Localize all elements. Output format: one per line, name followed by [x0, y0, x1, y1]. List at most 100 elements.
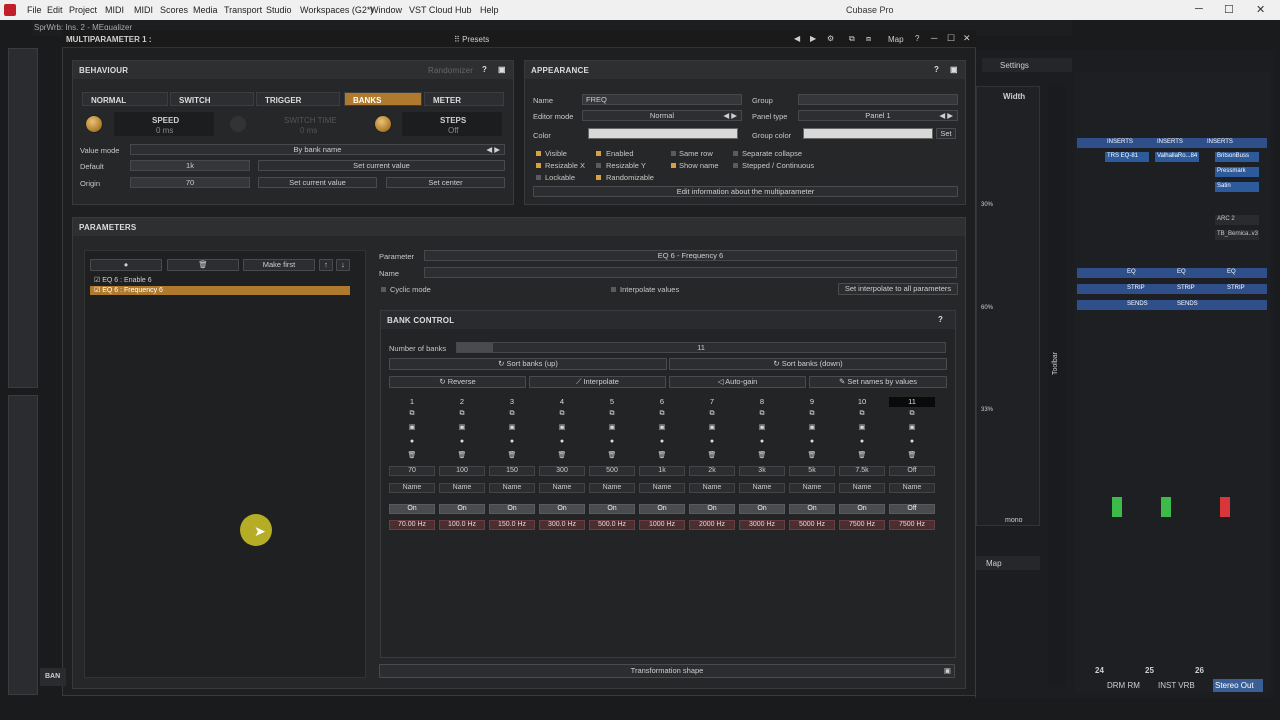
bank-tab[interactable]: BAN: [40, 668, 66, 686]
name-field[interactable]: FREQ: [582, 94, 742, 105]
bank-number[interactable]: 3: [489, 397, 535, 406]
show-name-checkbox[interactable]: [671, 163, 676, 168]
bank-value-field[interactable]: 300: [539, 466, 585, 476]
menu-transport[interactable]: Transport: [224, 5, 262, 15]
insert-slot[interactable]: TB_Bernica..v3: [1215, 230, 1259, 240]
maximize-icon[interactable]: ☐: [1224, 3, 1234, 16]
clear-bank-icon[interactable]: 🗑: [389, 451, 435, 461]
move-up-button[interactable]: ↑: [319, 259, 333, 271]
bank-name-field[interactable]: Name: [389, 483, 435, 493]
copy-bank-icon[interactable]: ⧉: [889, 409, 935, 419]
copy-bank-icon[interactable]: ⧉: [439, 409, 485, 419]
record-bank-icon[interactable]: ●: [839, 437, 885, 447]
set-button[interactable]: Set: [936, 128, 956, 139]
bank-value-field[interactable]: 70: [389, 466, 435, 476]
bank-value-field[interactable]: 3k: [739, 466, 785, 476]
bank-frequency-value[interactable]: 500.0 Hz: [589, 520, 635, 530]
menu-media[interactable]: Media: [193, 5, 218, 15]
save-bank-icon[interactable]: ▣: [539, 423, 585, 433]
randomizer-button[interactable]: Randomizer: [428, 66, 473, 75]
tab-banks[interactable]: BANKS: [344, 92, 422, 106]
bank-number[interactable]: 6: [639, 397, 685, 406]
copy-bank-icon[interactable]: ⧉: [789, 409, 835, 419]
insert-slot[interactable]: TRS EQ-81: [1105, 152, 1149, 162]
bank-value-field[interactable]: 2k: [689, 466, 735, 476]
bank-value-field[interactable]: 500: [589, 466, 635, 476]
map-button[interactable]: Map: [888, 35, 904, 44]
save-bank-icon[interactable]: ▣: [439, 423, 485, 433]
menu-project[interactable]: Project: [69, 5, 97, 15]
bank-name-field[interactable]: Name: [739, 483, 785, 493]
bank-name-field[interactable]: Name: [439, 483, 485, 493]
bank-number[interactable]: 8: [739, 397, 785, 406]
bank-frequency-value[interactable]: 5000 Hz: [789, 520, 835, 530]
set-current-value-button-2[interactable]: Set current value: [258, 177, 377, 188]
clear-bank-icon[interactable]: 🗑: [689, 451, 735, 461]
bank-name-field[interactable]: Name: [539, 483, 585, 493]
tab-meter[interactable]: METER: [424, 92, 504, 106]
bank-name-field[interactable]: Name: [489, 483, 535, 493]
bank-value-field[interactable]: 5k: [789, 466, 835, 476]
resizable-x-checkbox[interactable]: [536, 163, 541, 168]
bank-number[interactable]: 10: [839, 397, 885, 406]
menu-help[interactable]: Help: [480, 5, 499, 15]
bank-frequency-value[interactable]: 70.00 Hz: [389, 520, 435, 530]
insert-slot[interactable]: ARC 2: [1215, 215, 1259, 225]
insert-slot[interactable]: Satin: [1215, 182, 1259, 192]
set-interpolate-button[interactable]: Set interpolate to all parameters: [838, 283, 958, 295]
menu-hub[interactable]: Hub: [455, 5, 472, 15]
menu-midi[interactable]: MIDI: [134, 5, 153, 15]
editor-mode-select[interactable]: Normal ◀ ▶: [582, 110, 742, 121]
bank-frequency-value[interactable]: 100.0 Hz: [439, 520, 485, 530]
bank-state-toggle[interactable]: On: [789, 504, 835, 514]
paste-icon[interactable]: ⧈: [866, 34, 871, 44]
insert-slot[interactable]: Pressmark: [1215, 167, 1259, 177]
tab-switch[interactable]: SWITCH: [170, 92, 254, 106]
bank-number[interactable]: 7: [689, 397, 735, 406]
settings-icon[interactable]: ⚙: [827, 34, 834, 43]
channel-name[interactable]: INST VRB: [1158, 681, 1195, 690]
save-bank-icon[interactable]: ▣: [489, 423, 535, 433]
bank-number[interactable]: 4: [539, 397, 585, 406]
parameter-list-item-selected[interactable]: ☑ EQ 6 : Frequency 6: [90, 286, 350, 295]
transformation-shape-bar[interactable]: Transformation shape ▣: [379, 664, 955, 678]
bank-frequency-value[interactable]: 7500 Hz: [839, 520, 885, 530]
set-center-button[interactable]: Set center: [386, 177, 505, 188]
save-bank-icon[interactable]: ▣: [839, 423, 885, 433]
parameter-list-item[interactable]: ☑ EQ 6 : Enable 6: [90, 276, 350, 285]
interpolate-button[interactable]: ⟋ Interpolate: [529, 376, 666, 388]
group-field[interactable]: [798, 94, 958, 105]
bank-state-toggle[interactable]: On: [689, 504, 735, 514]
minimize-icon[interactable]: ─: [1195, 3, 1203, 15]
bank-name-field[interactable]: Name: [689, 483, 735, 493]
sort-banks-down-button[interactable]: ↻ Sort banks (down): [669, 358, 947, 370]
copy-bank-icon[interactable]: ⧉: [589, 409, 635, 419]
bank-value-field[interactable]: 1k: [639, 466, 685, 476]
lockable-checkbox[interactable]: [536, 175, 541, 180]
menu-scores[interactable]: Scores: [160, 5, 188, 15]
auto-gain-button[interactable]: ◁ Auto-gain: [669, 376, 806, 388]
save-bank-icon[interactable]: ▣: [389, 423, 435, 433]
prev-preset-icon[interactable]: ◀: [794, 34, 800, 43]
panel-type-select[interactable]: Panel 1 ◀ ▶: [798, 110, 958, 121]
clear-bank-icon[interactable]: 🗑: [639, 451, 685, 461]
map-label[interactable]: Map: [986, 559, 1002, 568]
save-bank-icon[interactable]: ▣: [689, 423, 735, 433]
clear-bank-icon[interactable]: 🗑: [889, 451, 935, 461]
bank-name-field[interactable]: Name: [789, 483, 835, 493]
move-down-button[interactable]: ↓: [336, 259, 350, 271]
bank-number[interactable]: 11: [889, 397, 935, 407]
maximize-icon[interactable]: ☐: [947, 33, 955, 44]
bank-value-field[interactable]: 100: [439, 466, 485, 476]
bank-state-toggle[interactable]: On: [739, 504, 785, 514]
clear-bank-icon[interactable]: 🗑: [839, 451, 885, 461]
record-bank-icon[interactable]: ●: [489, 437, 535, 447]
group-color-swatch[interactable]: [803, 128, 933, 139]
presets-button[interactable]: ⠿ Presets: [454, 35, 489, 44]
menu-window[interactable]: Window: [370, 5, 402, 15]
switch-time-knob[interactable]: [230, 116, 246, 132]
pin-icon[interactable]: ▣: [498, 65, 506, 74]
origin-field[interactable]: 70: [130, 177, 250, 188]
edit-info-button[interactable]: Edit information about the multiparamete…: [533, 186, 958, 197]
help-button[interactable]: ?: [915, 34, 919, 43]
